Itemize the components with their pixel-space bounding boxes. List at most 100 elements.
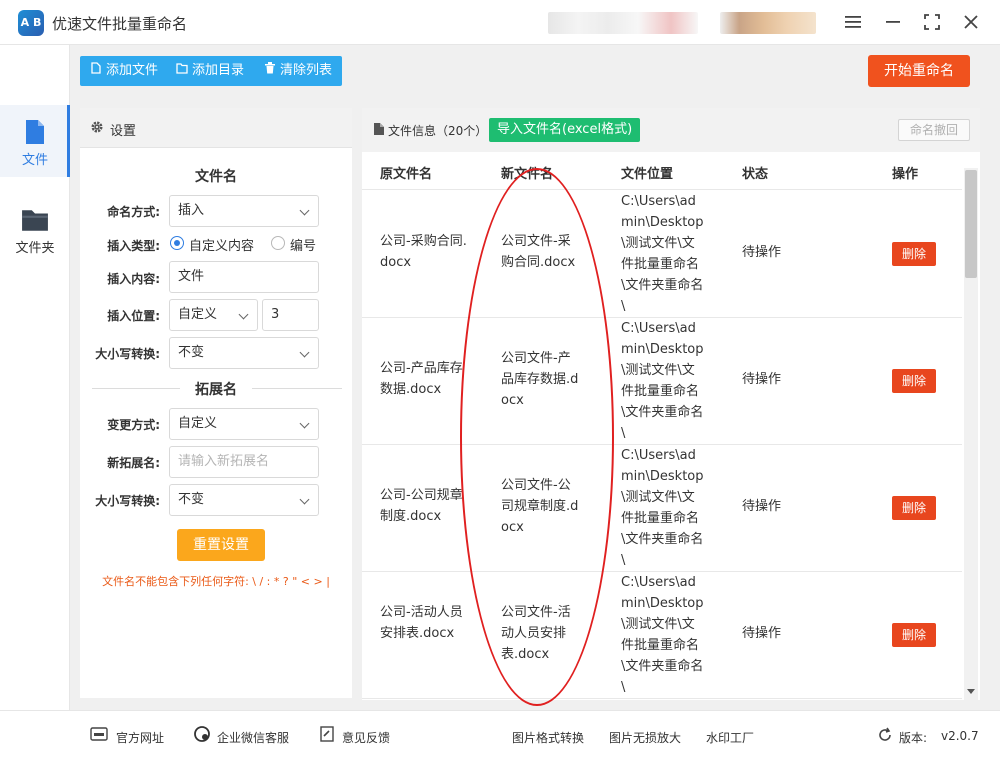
- add-directory-button[interactable]: 添加目录: [176, 56, 244, 86]
- file-count-title: 文件信息（20个）: [388, 124, 488, 138]
- new-filename: 公司文件-公司规章制度.docx: [501, 478, 579, 535]
- folder-add-icon: [176, 56, 188, 86]
- refresh-icon: [879, 727, 891, 741]
- change-mode-select[interactable]: 自定义: [169, 408, 319, 440]
- app-logo: A B: [18, 10, 44, 36]
- undo-rename-button[interactable]: 命名撤回: [898, 119, 970, 141]
- column-header-status: 状态: [742, 167, 769, 182]
- column-header-location: 文件位置: [621, 167, 674, 182]
- ext-case-convert-select[interactable]: 不变: [169, 484, 319, 516]
- file-icon: [26, 120, 44, 144]
- document-icon: [374, 123, 384, 135]
- table-row: 公司-活动人员安排表.docx 公司文件-活动人员安排表.docx C:\Use…: [362, 572, 962, 699]
- table-row: 公司-产品库存数据.docx 公司文件-产品库存数据.docx C:\Users…: [362, 318, 962, 445]
- insert-position-number-input[interactable]: 3: [262, 299, 319, 331]
- clear-list-button[interactable]: 清除列表: [264, 56, 332, 86]
- file-add-icon: [90, 56, 102, 86]
- reset-settings-button[interactable]: 重置设置: [177, 529, 265, 561]
- nav-item-file-label: 文件: [21, 153, 48, 168]
- delete-row-button[interactable]: 删除: [892, 369, 936, 393]
- settings-title: 设置: [110, 124, 137, 139]
- feedback-link[interactable]: 意见反馈: [342, 729, 390, 746]
- settings-panel: 设置 文件名 命名方式: 插入 插入类型: 自定义内容 编号 插入内容: 文件 …: [80, 108, 352, 698]
- file-status: 待操作: [742, 626, 782, 641]
- version-number: v2.0.7: [941, 729, 979, 743]
- scrollbar-thumb[interactable]: [965, 170, 977, 278]
- extension-section-title: 拓展名: [180, 379, 252, 399]
- new-filename: 公司文件-产品库存数据.docx: [501, 351, 579, 408]
- app-title: 优速文件批量重命名: [52, 15, 188, 33]
- table-row: 公司-公司规章制度.docx 公司文件-公司规章制度.docx C:\Users…: [362, 445, 962, 572]
- maximize-icon[interactable]: [919, 10, 945, 34]
- delete-row-button[interactable]: 删除: [892, 496, 936, 520]
- column-header-action: 操作: [892, 167, 919, 182]
- title-bar: A B 优速文件批量重命名: [0, 0, 1000, 45]
- new-filename: 公司文件-活动人员安排表.docx: [501, 605, 571, 662]
- insert-content-value: 文件: [178, 269, 205, 284]
- original-filename: 公司-公司规章制度.docx: [380, 488, 463, 524]
- invalid-chars-warning: 文件名不能包含下列任何字符: \ / : * ? " < > |: [102, 575, 330, 588]
- add-file-button[interactable]: 添加文件: [90, 56, 158, 86]
- image-convert-link[interactable]: 图片格式转换: [512, 729, 584, 746]
- left-nav: 文件 文件夹: [0, 45, 70, 710]
- file-location: C:\Users\admin\Desktop\测试文件\文件批量重命名\文件夹重…: [621, 321, 704, 441]
- start-rename-button[interactable]: 开始重命名: [868, 55, 970, 87]
- gear-icon: [91, 121, 103, 133]
- naming-mode-select[interactable]: 插入: [169, 195, 319, 227]
- file-location: C:\Users\admin\Desktop\测试文件\文件批量重命名\文件夹重…: [621, 575, 704, 695]
- image-enlarge-link[interactable]: 图片无损放大: [609, 729, 681, 746]
- insert-content-label: 插入内容:: [107, 272, 160, 286]
- change-mode-value: 自定义: [178, 416, 218, 431]
- original-filename: 公司-采购合同.docx: [380, 234, 467, 270]
- chevron-down-icon: [299, 347, 310, 358]
- insert-type-number-label[interactable]: 编号: [290, 235, 316, 254]
- minimize-icon[interactable]: [880, 10, 906, 34]
- insert-position-select[interactable]: 自定义: [169, 299, 258, 331]
- insert-type-custom-radio[interactable]: [170, 236, 184, 250]
- new-filename: 公司文件-采购合同.docx: [501, 234, 576, 270]
- insert-type-custom-label[interactable]: 自定义内容: [189, 235, 254, 254]
- insert-type-label: 插入类型:: [107, 239, 160, 253]
- insert-position-value: 自定义: [178, 307, 218, 322]
- wechat-service-link[interactable]: 企业微信客服: [217, 729, 289, 746]
- original-filename: 公司-活动人员安排表.docx: [380, 605, 463, 641]
- file-list-panel: 文件信息（20个） 导入文件名(excel格式) 命名撤回 原文件名 新文件名 …: [362, 108, 980, 700]
- ext-case-convert-label: 大小写转换:: [95, 494, 160, 508]
- naming-mode-label: 命名方式:: [107, 205, 160, 219]
- website-icon: [90, 727, 108, 741]
- chevron-down-icon: [238, 309, 249, 320]
- website-link[interactable]: 官方网址: [116, 729, 164, 746]
- close-icon[interactable]: [958, 10, 984, 34]
- watermark-link[interactable]: 水印工厂: [706, 729, 754, 746]
- import-excel-button[interactable]: 导入文件名(excel格式): [489, 118, 641, 142]
- new-extension-input[interactable]: 请输入新拓展名: [169, 446, 319, 478]
- settings-header: 设置: [80, 108, 352, 148]
- delete-row-button[interactable]: 删除: [892, 623, 936, 647]
- insert-position-label: 插入位置:: [107, 309, 160, 323]
- table-row: 公司-采购合同.docx 公司文件-采购合同.docx C:\Users\adm…: [362, 191, 962, 318]
- insert-position-number: 3: [271, 307, 280, 322]
- delete-row-button[interactable]: 删除: [892, 242, 936, 266]
- file-location: C:\Users\admin\Desktop\测试文件\文件批量重命名\文件夹重…: [621, 448, 704, 568]
- wechat-service-icon: [194, 726, 210, 742]
- case-convert-select[interactable]: 不变: [169, 337, 319, 369]
- column-header-new: 新文件名: [501, 167, 554, 182]
- trash-icon: [264, 56, 276, 86]
- chevron-down-icon: [299, 205, 310, 216]
- file-status: 待操作: [742, 499, 782, 514]
- table-header: 原文件名 新文件名 文件位置 状态 操作: [362, 152, 962, 190]
- file-location: C:\Users\admin\Desktop\测试文件\文件批量重命名\文件夹重…: [621, 194, 704, 314]
- filename-section-title: 文件名: [195, 169, 237, 185]
- new-extension-placeholder: 请输入新拓展名: [178, 454, 270, 469]
- nav-item-folder[interactable]: 文件夹: [0, 193, 70, 265]
- original-filename: 公司-产品库存数据.docx: [380, 361, 463, 397]
- blurred-account-info: [548, 12, 698, 34]
- scroll-down-icon[interactable]: [967, 689, 975, 695]
- insert-type-number-radio[interactable]: [271, 236, 285, 250]
- chevron-down-icon: [299, 494, 310, 505]
- ext-case-convert-value: 不变: [178, 492, 205, 507]
- insert-content-input[interactable]: 文件: [169, 261, 319, 293]
- naming-mode-value: 插入: [178, 203, 205, 218]
- nav-item-file[interactable]: 文件: [0, 105, 70, 177]
- hamburger-icon[interactable]: [840, 10, 866, 34]
